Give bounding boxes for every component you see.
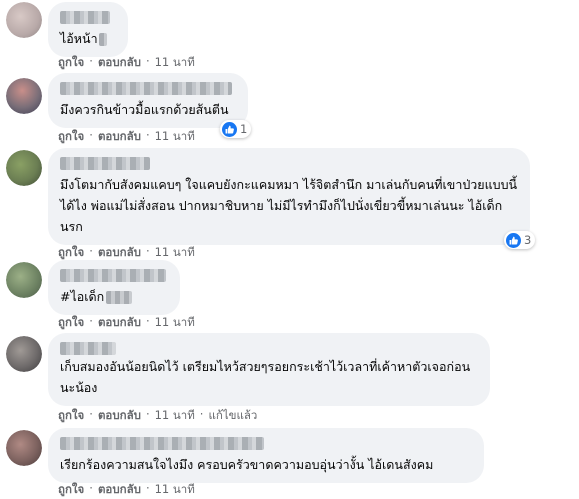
blurred-name[interactable]	[60, 342, 116, 355]
comment-text: เรียกร้องความสนใจไงมึง ครอบครัวขาดความอบ…	[60, 457, 434, 472]
pixelated-text	[98, 33, 107, 46]
comment-text: มึงโตมากับสังคมแคบๆ ใจแคบยังกะแคมหมา ไร้…	[60, 177, 518, 234]
separator: ·	[145, 407, 150, 421]
avatar[interactable]	[6, 430, 42, 466]
separator: ·	[89, 54, 93, 68]
comment-text: #ไอเด็ก	[60, 289, 105, 304]
comment-bubble: มึงโตมากับสังคมแคบๆ ใจแคบยังกะแคมหมา ไร้…	[48, 148, 530, 245]
reply-button[interactable]: ตอบกลับ	[98, 407, 141, 425]
avatar[interactable]	[6, 78, 42, 114]
blurred-name[interactable]	[60, 157, 150, 170]
blurred-name[interactable]	[60, 82, 232, 95]
like-button[interactable]: ถูกใจ	[58, 54, 84, 72]
comment-bubble: #ไอเด็ก	[48, 260, 180, 315]
comment-text: ไอ้หน้า	[60, 31, 98, 46]
like-reaction-icon	[506, 232, 521, 248]
comment-text: มึงควรกินข้าวมื้อแรกด้วยส้นตีน	[60, 102, 229, 117]
separator: ·	[145, 481, 150, 495]
pixelated-text	[106, 291, 133, 304]
like-reaction-icon	[222, 121, 237, 137]
edited-label[interactable]: แก้ไขแล้ว	[208, 407, 257, 425]
avatar[interactable]	[6, 262, 42, 298]
blurred-name[interactable]	[60, 269, 166, 282]
timestamp[interactable]: 11 นาที	[155, 407, 195, 425]
comment-actions: ถูกใจ · ตอบกลับ · 11 นาที	[58, 481, 195, 499]
timestamp[interactable]: 11 นาที	[155, 128, 195, 146]
reply-button[interactable]: ตอบกลับ	[98, 54, 141, 72]
reply-button[interactable]: ตอบกลับ	[98, 481, 141, 499]
separator: ·	[89, 314, 93, 328]
separator: ·	[89, 481, 93, 495]
timestamp[interactable]: 11 นาที	[155, 481, 195, 499]
blurred-name[interactable]	[60, 437, 264, 450]
separator: ·	[145, 54, 150, 68]
blurred-name[interactable]	[60, 11, 110, 24]
comment-actions: ถูกใจ · ตอบกลับ · 11 นาที	[58, 54, 195, 72]
comment-actions: ถูกใจ · ตอบกลับ · 11 นาที · แก้ไขแล้ว	[58, 407, 257, 425]
timestamp[interactable]: 11 นาที	[155, 54, 195, 72]
comment-actions: ถูกใจ · ตอบกลับ · 11 นาที	[58, 128, 195, 146]
like-button[interactable]: ถูกใจ	[58, 481, 84, 499]
separator: ·	[199, 407, 204, 421]
comment-actions: ถูกใจ · ตอบกลับ · 11 นาที	[58, 314, 195, 332]
like-button[interactable]: ถูกใจ	[58, 314, 84, 332]
comment-bubble: เรียกร้องความสนใจไงมึง ครอบครัวขาดความอบ…	[48, 428, 484, 483]
separator: ·	[89, 407, 93, 421]
comment-bubble: เก็บสมองอันน้อยนิดไว้ เตรียมไหว้สวยๆรอยก…	[48, 333, 490, 406]
comment-bubble: ไอ้หน้า	[48, 2, 128, 57]
comment-bubble: มึงควรกินข้าวมื้อแรกด้วยส้นตีน	[48, 73, 248, 128]
like-button[interactable]: ถูกใจ	[58, 407, 84, 425]
separator: ·	[145, 314, 150, 328]
reply-button[interactable]: ตอบกลับ	[98, 128, 141, 146]
reaction-summary[interactable]: 1	[220, 120, 252, 138]
separator: ·	[89, 128, 93, 142]
comment-text: เก็บสมองอันน้อยนิดไว้ เตรียมไหว้สวยๆรอยก…	[60, 359, 471, 395]
reaction-count: 1	[240, 122, 248, 136]
avatar[interactable]	[6, 2, 42, 38]
reply-button[interactable]: ตอบกลับ	[98, 314, 141, 332]
reaction-count: 3	[524, 233, 532, 247]
avatar[interactable]	[6, 150, 42, 186]
separator: ·	[145, 128, 150, 142]
like-button[interactable]: ถูกใจ	[58, 128, 84, 146]
reaction-summary[interactable]: 3	[504, 231, 536, 249]
avatar[interactable]	[6, 336, 42, 372]
timestamp[interactable]: 11 นาที	[155, 314, 195, 332]
